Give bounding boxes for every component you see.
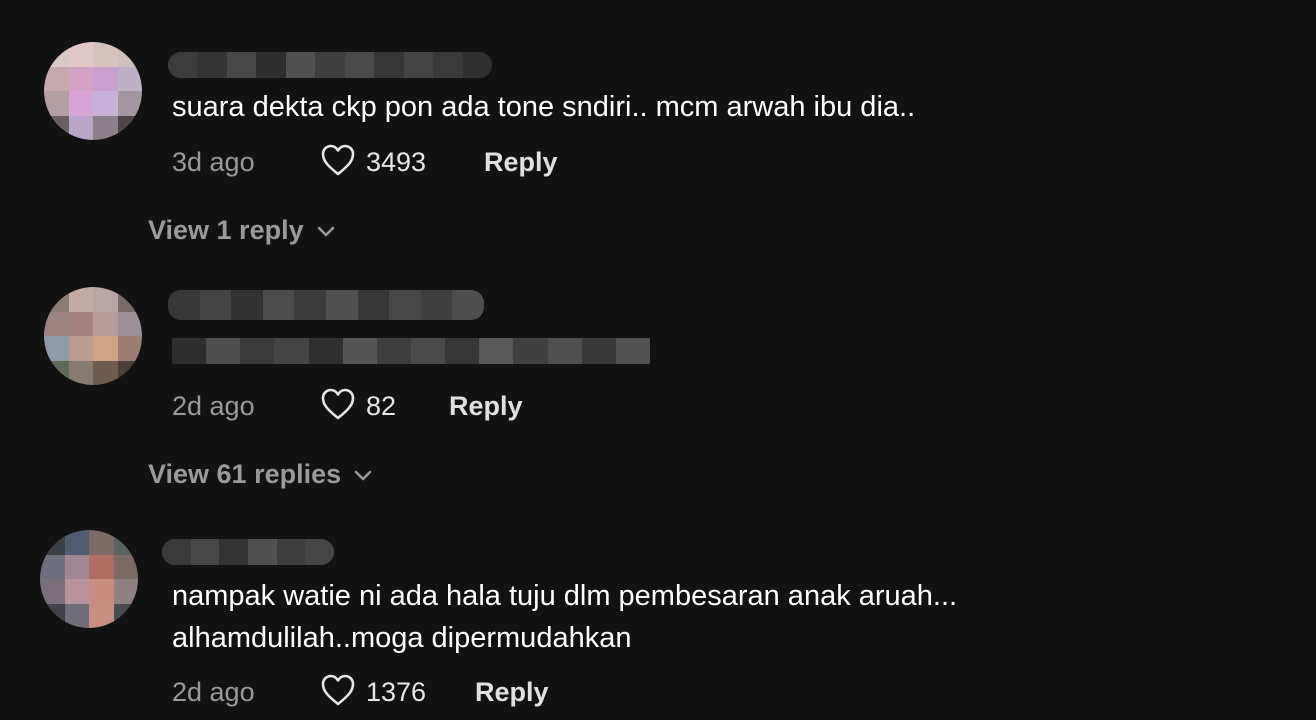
like-button[interactable]: 3493 (320, 142, 426, 182)
reply-button[interactable]: Reply (449, 386, 523, 426)
like-button[interactable]: 82 (320, 386, 396, 426)
reply-button[interactable]: Reply (484, 142, 558, 182)
heart-outline-icon (320, 143, 356, 182)
username-redacted[interactable] (162, 539, 334, 565)
comment-time: 2d ago (172, 391, 255, 421)
comment-text: suara dekta ckp pon ada tone sndiri.. mc… (172, 91, 916, 123)
chevron-down-icon (316, 210, 336, 250)
comment-text-line-2: alhamdulilah..moga dipermudahkan (172, 622, 632, 654)
username-redacted[interactable] (168, 290, 484, 320)
comment-time: 3d ago (172, 147, 255, 177)
like-count: 1376 (366, 677, 427, 707)
avatar[interactable] (44, 287, 142, 385)
avatar[interactable] (40, 530, 138, 628)
heart-outline-icon (320, 387, 356, 426)
heart-outline-icon (320, 673, 356, 712)
view-replies-label: View 1 reply (148, 215, 304, 245)
comment-text-line-1: nampak watie ni ada hala tuju dlm pembes… (172, 580, 958, 612)
chevron-down-icon (353, 454, 373, 494)
comment-text-redacted (172, 338, 650, 364)
like-count: 3493 (366, 147, 427, 177)
view-replies-button[interactable]: View 1 reply (148, 210, 336, 250)
like-button[interactable]: 1376 (320, 672, 426, 712)
view-replies-button[interactable]: View 61 replies (148, 454, 373, 494)
reply-button[interactable]: Reply (475, 672, 549, 712)
username-redacted[interactable] (168, 52, 492, 78)
avatar[interactable] (44, 42, 142, 140)
comment-time: 2d ago (172, 677, 255, 707)
like-count: 82 (366, 391, 397, 421)
view-replies-label: View 61 replies (148, 459, 342, 489)
